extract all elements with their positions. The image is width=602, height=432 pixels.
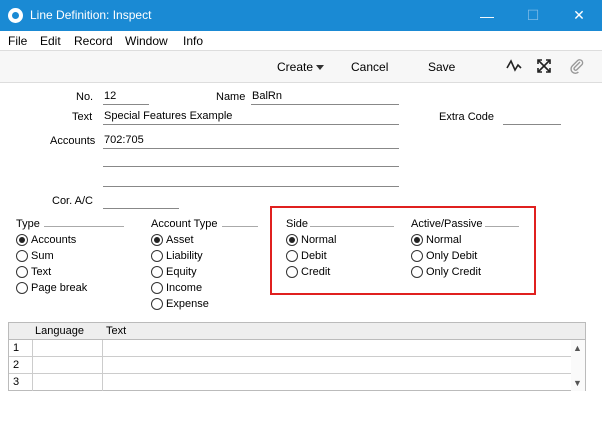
menu-record[interactable]: Record (74, 34, 113, 48)
type-group-title: Type (16, 218, 40, 230)
row-number: 2 (9, 357, 33, 374)
highlight-box (270, 206, 536, 295)
activity-icon[interactable] (506, 58, 522, 74)
close-button[interactable]: ✕ (556, 0, 602, 31)
account-type-income-radio[interactable]: Income (151, 282, 202, 294)
extra-code-field[interactable] (503, 110, 561, 125)
no-label: No. (76, 91, 94, 103)
accounts-label: Accounts (50, 135, 96, 147)
menu-bar: File Edit Record Window Info (0, 31, 602, 51)
menu-info[interactable]: Info (183, 34, 203, 48)
chevron-down-icon[interactable]: ▼ (573, 378, 582, 388)
cor-ac-field[interactable] (103, 194, 179, 209)
save-button[interactable]: Save (428, 60, 455, 74)
account-type-asset-radio[interactable]: Asset (151, 234, 194, 246)
no-field[interactable]: 12 (103, 90, 149, 105)
account-type-liability-radio[interactable]: Liability (151, 250, 203, 262)
table-row[interactable]: 2 (9, 357, 585, 374)
type-sum-radio[interactable]: Sum (16, 250, 54, 262)
accounts-field[interactable]: 702:705 (103, 134, 399, 149)
table-row[interactable]: 3 (9, 374, 585, 391)
language-cell[interactable] (33, 374, 103, 391)
toolbar: Create Cancel Save (0, 51, 602, 83)
title-bar: Line Definition: Inspect — ☐ ✕ (0, 0, 602, 31)
create-button[interactable]: Create (277, 60, 313, 74)
account-type-group-title: Account Type (151, 218, 218, 230)
chevron-up-icon[interactable]: ▲ (573, 343, 582, 353)
menu-window[interactable]: Window (125, 34, 168, 48)
type-accounts-radio[interactable]: Accounts (16, 234, 76, 246)
type-group-divider (44, 226, 124, 227)
text-field[interactable]: Special Features Example (103, 110, 399, 125)
type-page-break-radio[interactable]: Page break (16, 282, 87, 294)
cor-ac-label: Cor. A/C (52, 195, 93, 207)
maximize-button[interactable]: ☐ (510, 0, 556, 31)
accounts-field-line-3[interactable] (103, 186, 399, 187)
language-cell[interactable] (33, 340, 103, 357)
cancel-button[interactable]: Cancel (351, 60, 388, 74)
text-label: Text (72, 111, 93, 123)
row-number: 3 (9, 374, 33, 391)
row-number: 1 (9, 340, 33, 357)
paperclip-icon[interactable] (569, 58, 585, 74)
accounts-field-line-2[interactable] (103, 166, 399, 167)
table-row[interactable]: 1 (9, 340, 585, 357)
app-icon (8, 8, 23, 23)
menu-edit[interactable]: Edit (40, 34, 61, 48)
column-header-language[interactable]: Language (35, 325, 84, 337)
column-header-text[interactable]: Text (106, 325, 126, 337)
name-field[interactable]: BalRn (251, 90, 399, 105)
extra-code-label: Extra Code (439, 111, 495, 123)
expand-icon[interactable] (536, 58, 552, 74)
account-type-equity-radio[interactable]: Equity (151, 266, 197, 278)
name-label: Name (216, 91, 246, 103)
menu-file[interactable]: File (8, 34, 27, 48)
account-type-group-divider (222, 226, 258, 227)
type-text-radio[interactable]: Text (16, 266, 51, 278)
language-text-grid: Language Text 1 2 3 ▲ ▼ (8, 322, 586, 391)
chevron-down-icon[interactable] (316, 65, 324, 70)
window-title: Line Definition: Inspect (30, 8, 152, 22)
grid-header: Language Text (9, 323, 585, 340)
grid-scrollbar[interactable]: ▲ ▼ (571, 340, 585, 391)
language-cell[interactable] (33, 357, 103, 374)
minimize-button[interactable]: — (464, 0, 510, 31)
account-type-expense-radio[interactable]: Expense (151, 298, 209, 310)
